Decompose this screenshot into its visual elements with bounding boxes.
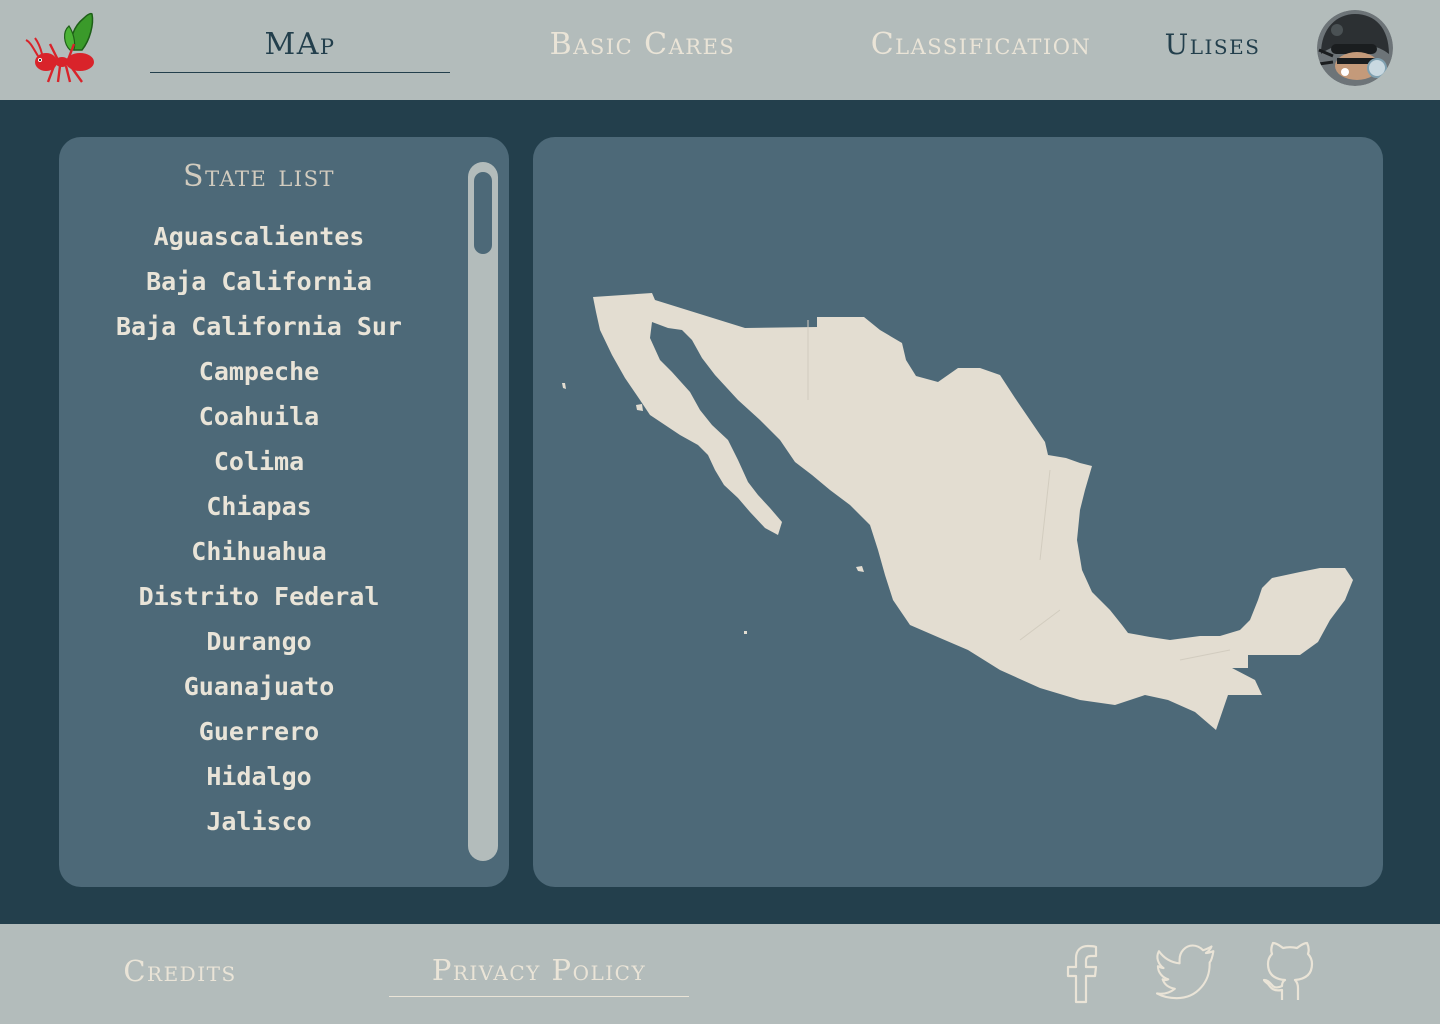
state-list-item[interactable]: Coahuila (59, 394, 459, 439)
footer-bar: Credits Privacy Policy (0, 924, 1440, 1024)
nav-tab-basic-cares[interactable]: Basic Cares (500, 22, 785, 72)
github-icon[interactable] (1258, 940, 1322, 1004)
nav-tab-classification[interactable]: Classification (846, 22, 1116, 72)
state-list-item[interactable]: Guanajuato (59, 664, 459, 709)
state-list-item[interactable]: Durango (59, 619, 459, 664)
top-navigation-bar: MAp Basic Cares Classification Ulises (0, 0, 1440, 100)
state-list-item[interactable]: Distrito Federal (59, 574, 459, 619)
user-avatar[interactable] (1317, 10, 1393, 86)
state-list-panel: State list Aguascalientes Baja Californi… (59, 137, 509, 887)
scrollbar-thumb[interactable] (474, 172, 492, 254)
ant-logo-icon[interactable] (24, 10, 100, 86)
state-list: Aguascalientes Baja California Baja Cali… (59, 214, 459, 844)
state-list-item[interactable]: Chihuahua (59, 529, 459, 574)
credits-link[interactable]: Credits (100, 947, 260, 997)
facebook-icon[interactable] (1050, 940, 1114, 1004)
nav-tab-map[interactable]: MAp (150, 22, 450, 73)
mexico-map[interactable] (533, 137, 1383, 887)
user-name-link[interactable]: Ulises (1150, 22, 1275, 72)
state-list-item[interactable]: Guerrero (59, 709, 459, 754)
state-list-scrollbar[interactable] (468, 162, 498, 861)
twitter-icon[interactable] (1155, 940, 1219, 1004)
state-list-item[interactable]: Colima (59, 439, 459, 484)
state-list-item[interactable]: Campeche (59, 349, 459, 394)
state-list-item[interactable]: Baja California (59, 259, 459, 304)
state-list-item[interactable]: Aguascalientes (59, 214, 459, 259)
state-list-item[interactable]: Baja California Sur (59, 304, 459, 349)
state-list-item[interactable]: Hidalgo (59, 754, 459, 799)
state-list-title: State list (183, 159, 335, 194)
state-list-item[interactable]: Jalisco (59, 799, 459, 844)
map-panel (533, 137, 1383, 887)
privacy-policy-link[interactable]: Privacy Policy (389, 946, 689, 997)
state-list-item[interactable]: Chiapas (59, 484, 459, 529)
